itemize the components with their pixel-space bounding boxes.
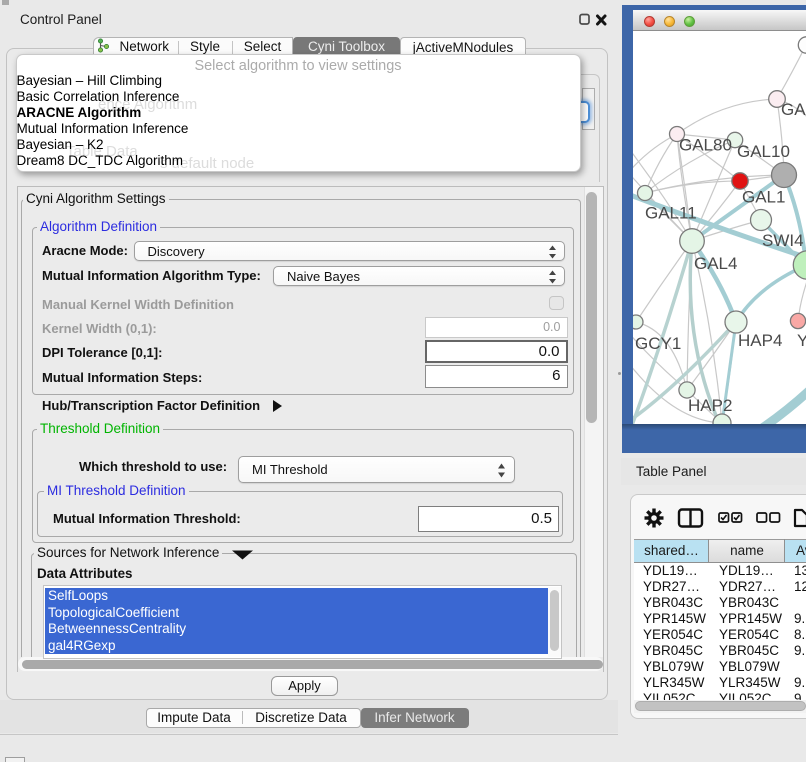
svg-text:GAL10: GAL10 <box>737 142 790 161</box>
svg-text:SWI4: SWI4 <box>762 231 804 250</box>
svg-text:GAL7: GAL7 <box>781 100 806 119</box>
svg-text:GAL1: GAL1 <box>742 188 785 207</box>
svg-text:GAL4: GAL4 <box>694 254 737 273</box>
svg-text:HAP2: HAP2 <box>688 396 732 415</box>
svg-text:GAL11: GAL11 <box>645 204 697 223</box>
svg-text:GCY1: GCY1 <box>635 334 681 353</box>
svg-text:Y: Y <box>797 331 806 350</box>
svg-text:GAL80: GAL80 <box>679 136 732 155</box>
svg-text:HAP4: HAP4 <box>738 331 782 350</box>
